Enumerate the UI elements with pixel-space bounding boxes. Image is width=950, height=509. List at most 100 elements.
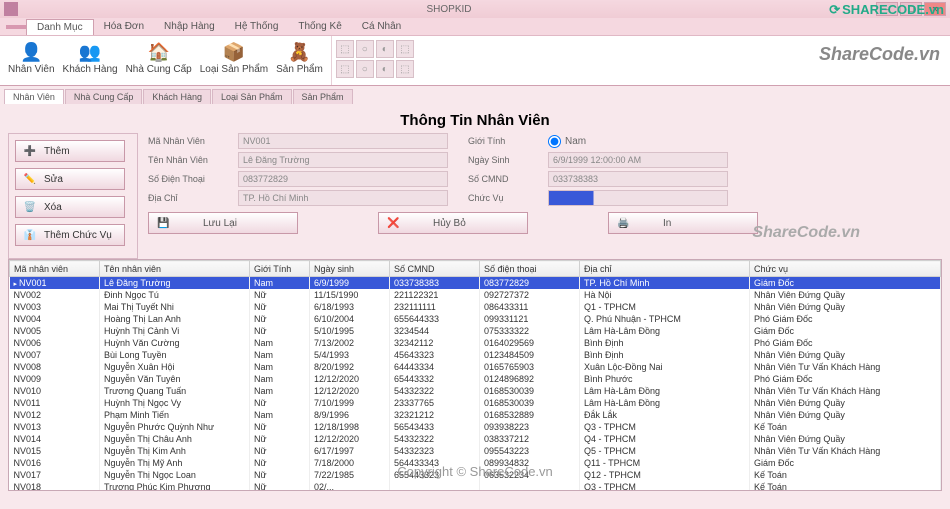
table-row[interactable]: NV006Huỳnh Văn CườngNam7/13/200232342112… — [10, 337, 941, 349]
input-ma[interactable] — [238, 133, 448, 149]
person-icon: 👤 — [19, 40, 43, 64]
sharecode-logo: SHARECODE.vn — [829, 2, 944, 18]
input-dc[interactable] — [238, 190, 448, 206]
table-row[interactable]: NV005Huỳnh Thị Cảnh ViNữ5/10/19953234544… — [10, 325, 941, 337]
table-row[interactable]: NV018Trương Phúc Kim PhươngNữ02/...Q3 - … — [10, 481, 941, 491]
ribbon-khachhang[interactable]: 👥Khách Hàng — [59, 38, 122, 77]
table-row[interactable]: NV004Hoàng Thị Lan AnhNữ6/10/20046556443… — [10, 313, 941, 325]
table-row[interactable]: NV002Đinh Ngọc TúNữ11/15/199022112232109… — [10, 289, 941, 301]
label-sdt: Số Điện Thoại — [148, 174, 218, 184]
small-btn[interactable]: ○ — [356, 60, 374, 78]
column-header[interactable]: Mã nhân viên — [10, 261, 100, 277]
menu-thongke[interactable]: Thống Kê — [288, 19, 351, 34]
subtab-sanpham[interactable]: Sản Phẩm — [293, 89, 353, 104]
table-row[interactable]: NV013Nguyễn Phước Quỳnh NhưNữ12/18/19985… — [10, 421, 941, 433]
data-table[interactable]: Mã nhân viênTên nhân viênGiới TínhNgày s… — [8, 259, 942, 491]
subtab-nhanvien[interactable]: Nhân Viên — [4, 89, 64, 104]
cancel-icon: ❌ — [387, 218, 403, 229]
watermark: ShareCode.vn — [819, 44, 940, 65]
table-row[interactable]: NV017Nguyễn Thị Ngọc LoanNữ7/22/19856554… — [10, 469, 941, 481]
input-sdt[interactable] — [238, 171, 448, 187]
ribbon-nhanvien[interactable]: 👤Nhân Viên — [4, 38, 59, 77]
table-row[interactable]: NV001Lê Đăng TrườngNam6/9/19990337383830… — [10, 277, 941, 290]
role-icon: 👔 — [22, 230, 38, 241]
small-btn[interactable]: ◐ — [376, 60, 394, 78]
menu-hethong[interactable]: Hệ Thống — [225, 19, 289, 34]
subtab-khachhang[interactable]: Khách Hàng — [143, 89, 211, 104]
side-panel: ➕Thêm ✏️Sửa 🗑️Xóa 👔Thêm Chức Vụ — [8, 133, 138, 259]
table-row[interactable]: NV014Nguyễn Thị Châu AnhNữ12/12/20205433… — [10, 433, 941, 445]
column-header[interactable]: Chức vụ — [750, 261, 941, 277]
label-ma: Mã Nhân Viên — [148, 136, 218, 146]
pencil-icon: ✏️ — [22, 174, 38, 185]
table-row[interactable]: NV011Huỳnh Thị Ngọc VyNữ7/10/19992333776… — [10, 397, 941, 409]
combo-chucvu[interactable] — [548, 190, 728, 206]
people-icon: 👥 — [78, 40, 102, 64]
ribbon-loaisanpham[interactable]: 📦Loại Sản Phẩm — [196, 38, 272, 77]
small-btn[interactable]: ⬚ — [336, 40, 354, 58]
menu-hoadon[interactable]: Hóa Đơn — [94, 19, 154, 34]
label-cv: Chức Vụ — [468, 193, 528, 203]
label-ns: Ngày Sinh — [468, 155, 528, 165]
column-header[interactable]: Ngày sinh — [310, 261, 390, 277]
table-row[interactable]: NV008Nguyễn Xuân HộiNam8/20/199264443334… — [10, 361, 941, 373]
delete-button[interactable]: 🗑️Xóa — [15, 196, 125, 218]
subtabs: Nhân Viên Nhà Cung Cấp Khách Hàng Loại S… — [0, 86, 950, 104]
house-icon: 🏠 — [147, 40, 171, 64]
titlebar: SHOPKID – ☐ ✕ SHARECODE.vn — [0, 0, 950, 18]
small-btn[interactable]: ⬚ — [396, 40, 414, 58]
ribbon-small-group: ⬚○◐⬚ ⬚○◐⬚ — [332, 36, 418, 85]
menu-nhaphang[interactable]: Nhập Hàng — [154, 19, 225, 34]
radio-gender[interactable]: Nam — [548, 135, 728, 148]
plus-icon: ➕ — [22, 146, 38, 157]
table-row[interactable]: NV012Phạm Minh TiếnNam8/9/19963232121201… — [10, 409, 941, 421]
table-row[interactable]: NV007Bùi Long TuyềnNam5/4/19934564332301… — [10, 349, 941, 361]
content: ShareCode.vn Thông Tin Nhân Viên ➕Thêm ✏… — [0, 104, 950, 495]
box-icon: 📦 — [222, 40, 246, 64]
print-icon: 🖨️ — [617, 218, 633, 229]
column-header[interactable]: Tên nhân viên — [100, 261, 250, 277]
ribbon-sanpham[interactable]: 🧸Sản Phẩm — [272, 38, 327, 77]
subtab-loaisanpham[interactable]: Loại Sản Phẩm — [212, 89, 292, 104]
table-row[interactable]: NV003Mai Thị Tuyết NhiNữ6/18/19932321111… — [10, 301, 941, 313]
add-button[interactable]: ➕Thêm — [15, 140, 125, 162]
print-button[interactable]: 🖨️In — [608, 212, 758, 234]
column-header[interactable]: Số điện thoại — [480, 261, 580, 277]
radio-nam[interactable] — [548, 135, 561, 148]
small-btn[interactable]: ⬚ — [336, 60, 354, 78]
table-row[interactable]: NV009Nguyễn Văn TuyênNam12/12/2020654433… — [10, 373, 941, 385]
label-cmnd: Số CMND — [468, 174, 528, 184]
table-row[interactable]: NV015Nguyễn Thị Kim AnhNữ6/17/1997543323… — [10, 445, 941, 457]
table-row[interactable]: NV016Nguyễn Thị Mỹ AnhNữ7/18/20005644333… — [10, 457, 941, 469]
label-ten: Tên Nhân Viên — [148, 155, 218, 165]
small-btn[interactable]: ○ — [356, 40, 374, 58]
small-btn[interactable]: ⬚ — [396, 60, 414, 78]
file-menu[interactable] — [6, 25, 26, 29]
input-cmnd[interactable] — [548, 171, 728, 187]
save-button[interactable]: 💾Lưu Lại — [148, 212, 298, 234]
label-gt: Giới Tính — [468, 136, 528, 146]
add-role-button[interactable]: 👔Thêm Chức Vụ — [15, 224, 125, 246]
column-header[interactable]: Địa chỉ — [580, 261, 750, 277]
menubar: Danh Mục Hóa Đơn Nhập Hàng Hệ Thống Thốn… — [0, 18, 950, 36]
label-dc: Địa Chỉ — [148, 193, 218, 203]
ribbon: 👤Nhân Viên 👥Khách Hàng 🏠Nhà Cung Cấp 📦Lo… — [0, 36, 950, 86]
page-title: Thông Tin Nhân Viên — [8, 108, 942, 133]
table-row[interactable]: NV010Trương Quang TuấnNam12/12/202054332… — [10, 385, 941, 397]
small-btn[interactable]: ◐ — [376, 40, 394, 58]
input-ten[interactable] — [238, 152, 448, 168]
column-header[interactable]: Số CMND — [390, 261, 480, 277]
window-title: SHOPKID — [22, 4, 876, 15]
edit-button[interactable]: ✏️Sửa — [15, 168, 125, 190]
input-ns[interactable] — [548, 152, 728, 168]
menu-danhmuc[interactable]: Danh Mục — [26, 19, 94, 35]
subtab-nhacungcap[interactable]: Nhà Cung Cấp — [65, 89, 143, 104]
form-area: Mã Nhân Viên Giới Tính Nam Tên Nhân Viên… — [148, 133, 942, 234]
ribbon-nhacungcap[interactable]: 🏠Nhà Cung Cấp — [122, 38, 196, 77]
column-header[interactable]: Giới Tính — [250, 261, 310, 277]
menu-canhan[interactable]: Cá Nhân — [352, 19, 411, 34]
cancel-button[interactable]: ❌Hủy Bỏ — [378, 212, 528, 234]
product-icon: 🧸 — [287, 40, 311, 64]
app-icon — [4, 2, 18, 16]
save-icon: 💾 — [157, 218, 173, 229]
